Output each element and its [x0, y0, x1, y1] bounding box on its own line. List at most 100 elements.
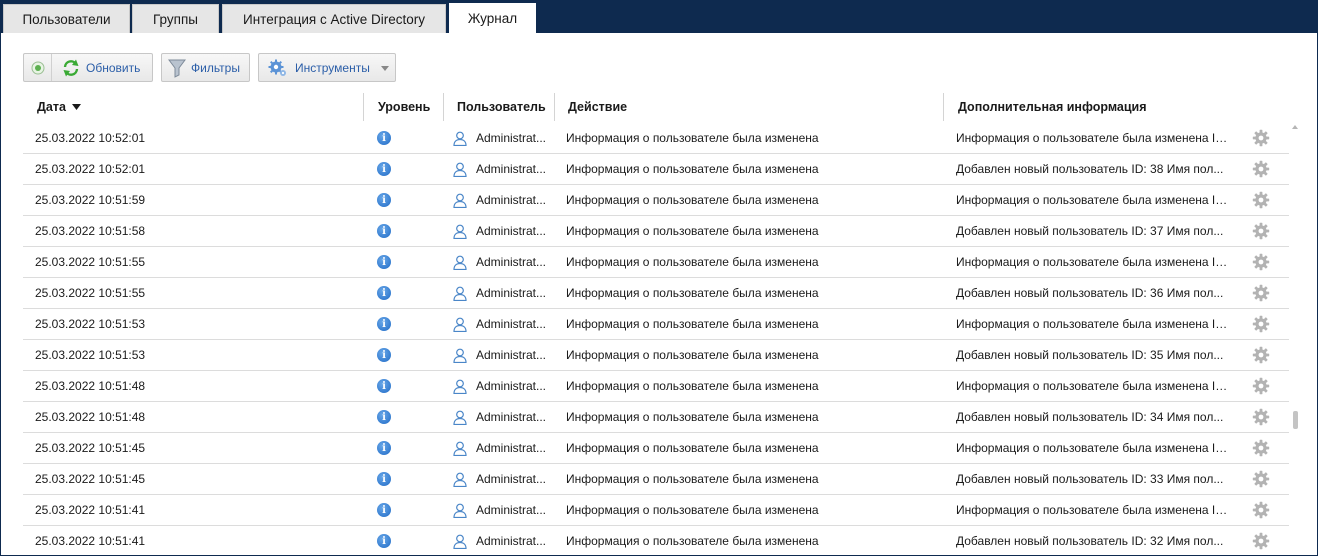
- cell-level: i: [374, 464, 394, 494]
- status-dot-icon: [24, 54, 52, 81]
- cell-action: Информация о пользователе была изменена: [566, 348, 819, 362]
- table-row[interactable]: 25.03.2022 10:51:58 i Administrat... Инф…: [23, 216, 1289, 247]
- cell-action: Информация о пользователе была изменена: [566, 441, 819, 455]
- user-icon: [453, 379, 467, 394]
- cell-user: Administrat...: [453, 247, 553, 277]
- row-settings-gear-icon[interactable]: [1251, 402, 1271, 432]
- row-settings-gear-icon[interactable]: [1251, 526, 1271, 555]
- cell-date: 25.03.2022 10:51:45: [35, 472, 146, 486]
- row-settings-gear-icon[interactable]: [1251, 278, 1271, 308]
- app-window: Пользователи Группы Интеграция с Active …: [0, 0, 1318, 556]
- cell-level: i: [374, 526, 394, 555]
- user-icon: [453, 224, 467, 239]
- row-settings-gear-icon[interactable]: [1251, 247, 1271, 277]
- table-row[interactable]: 25.03.2022 10:51:55 i Administrat... Инф…: [23, 278, 1289, 309]
- scroll-up-arrow-icon[interactable]: [1292, 125, 1298, 129]
- chevron-down-icon[interactable]: [381, 66, 389, 71]
- user-icon: [453, 503, 467, 518]
- table-row[interactable]: 25.03.2022 10:52:01 i Administrat... Инф…: [23, 154, 1289, 185]
- user-icon: [453, 534, 467, 549]
- cell-level: i: [374, 433, 394, 463]
- row-settings-gear-icon[interactable]: [1251, 154, 1271, 184]
- column-header-date[interactable]: Дата: [37, 91, 81, 123]
- row-settings-gear-icon[interactable]: [1251, 371, 1271, 401]
- column-divider[interactable]: [554, 93, 555, 121]
- info-icon: i: [377, 317, 391, 331]
- tab-journal[interactable]: Журнал: [449, 3, 536, 33]
- cell-user-name: Administrat...: [476, 162, 547, 176]
- cell-user: Administrat...: [453, 402, 553, 432]
- cell-user: Administrat...: [453, 123, 553, 153]
- row-settings-gear-icon[interactable]: [1251, 495, 1271, 525]
- tools-button[interactable]: Инструменты: [258, 53, 396, 82]
- cell-user: Administrat...: [453, 433, 553, 463]
- filters-button[interactable]: Фильтры: [161, 53, 250, 82]
- table-row[interactable]: 25.03.2022 10:51:45 i Administrat... Инф…: [23, 433, 1289, 464]
- filters-label: Фильтры: [191, 60, 240, 75]
- table-row[interactable]: 25.03.2022 10:51:41 i Administrat... Инф…: [23, 495, 1289, 526]
- sort-descending-icon: [71, 104, 81, 110]
- row-settings-gear-icon[interactable]: [1251, 433, 1271, 463]
- vertical-scrollbar[interactable]: [1291, 123, 1299, 555]
- table-row[interactable]: 25.03.2022 10:51:41 i Administrat... Инф…: [23, 526, 1289, 555]
- cell-date: 25.03.2022 10:51:58: [35, 224, 146, 238]
- cell-action: Информация о пользователе была изменена: [566, 410, 819, 424]
- table-row[interactable]: 25.03.2022 10:51:48 i Administrat... Инф…: [23, 402, 1289, 433]
- column-header-date-label: Дата: [37, 100, 66, 114]
- column-header-action[interactable]: Действие: [568, 91, 627, 123]
- cell-info: Добавлен новый пользователь ID: 37 Имя п…: [956, 224, 1224, 238]
- info-icon: i: [377, 162, 391, 176]
- user-icon: [453, 255, 467, 270]
- table-row[interactable]: 25.03.2022 10:52:01 i Administrat... Инф…: [23, 123, 1289, 154]
- cell-info: Информация о пользователе была изменена …: [956, 317, 1232, 331]
- cell-user-name: Administrat...: [476, 379, 547, 393]
- table-row[interactable]: 25.03.2022 10:51:53 i Administrat... Инф…: [23, 340, 1289, 371]
- cell-info: Информация о пользователе была изменена …: [956, 441, 1232, 455]
- column-header-user[interactable]: Пользователь: [457, 91, 546, 123]
- row-settings-gear-icon[interactable]: [1251, 309, 1271, 339]
- refresh-button[interactable]: Обновить: [23, 53, 153, 82]
- tab-active-directory[interactable]: Интеграция с Active Directory: [222, 4, 446, 33]
- scrollbar-thumb[interactable]: [1293, 411, 1298, 429]
- cell-date: 25.03.2022 10:51:45: [35, 441, 146, 455]
- row-settings-gear-icon[interactable]: [1251, 123, 1271, 153]
- cell-user-name: Administrat...: [476, 286, 547, 300]
- column-header-level[interactable]: Уровень: [378, 91, 430, 123]
- cell-level: i: [374, 123, 394, 153]
- row-settings-gear-icon[interactable]: [1251, 216, 1271, 246]
- tab-users[interactable]: Пользователи: [3, 4, 130, 33]
- table-row[interactable]: 25.03.2022 10:51:45 i Administrat... Инф…: [23, 464, 1289, 495]
- funnel-icon: [168, 58, 186, 78]
- table-row[interactable]: 25.03.2022 10:51:53 i Administrat... Инф…: [23, 309, 1289, 340]
- cell-action: Информация о пользователе была изменена: [566, 255, 819, 269]
- row-settings-gear-icon[interactable]: [1251, 185, 1271, 215]
- row-settings-gear-icon[interactable]: [1251, 464, 1271, 494]
- table-row[interactable]: 25.03.2022 10:51:59 i Administrat... Инф…: [23, 185, 1289, 216]
- cell-level: i: [374, 247, 394, 277]
- cell-user-name: Administrat...: [476, 441, 547, 455]
- info-icon: i: [377, 472, 391, 486]
- cell-date: 25.03.2022 10:52:01: [35, 162, 146, 176]
- cell-user-name: Administrat...: [476, 534, 547, 548]
- cell-level: i: [374, 371, 394, 401]
- cell-user-name: Administrat...: [476, 255, 547, 269]
- table-row[interactable]: 25.03.2022 10:51:55 i Administrat... Инф…: [23, 247, 1289, 278]
- column-header-info[interactable]: Дополнительная информация: [958, 91, 1147, 123]
- row-settings-gear-icon[interactable]: [1251, 340, 1271, 370]
- column-divider[interactable]: [943, 93, 944, 121]
- cell-date: 25.03.2022 10:52:01: [35, 131, 146, 145]
- column-divider[interactable]: [443, 93, 444, 121]
- cell-info: Добавлен новый пользователь ID: 36 Имя п…: [956, 286, 1224, 300]
- cell-info: Информация о пользователе была изменена …: [956, 255, 1232, 269]
- tab-groups[interactable]: Группы: [132, 4, 219, 33]
- info-icon: i: [377, 503, 391, 517]
- user-icon: [453, 286, 467, 301]
- info-icon: i: [377, 131, 391, 145]
- cell-date: 25.03.2022 10:51:55: [35, 255, 146, 269]
- table-row[interactable]: 25.03.2022 10:51:48 i Administrat... Инф…: [23, 371, 1289, 402]
- cell-info: Добавлен новый пользователь ID: 32 Имя п…: [956, 534, 1224, 548]
- cell-info: Добавлен новый пользователь ID: 35 Имя п…: [956, 348, 1224, 362]
- column-divider[interactable]: [363, 93, 364, 121]
- user-icon: [453, 131, 467, 146]
- info-icon: i: [377, 534, 391, 548]
